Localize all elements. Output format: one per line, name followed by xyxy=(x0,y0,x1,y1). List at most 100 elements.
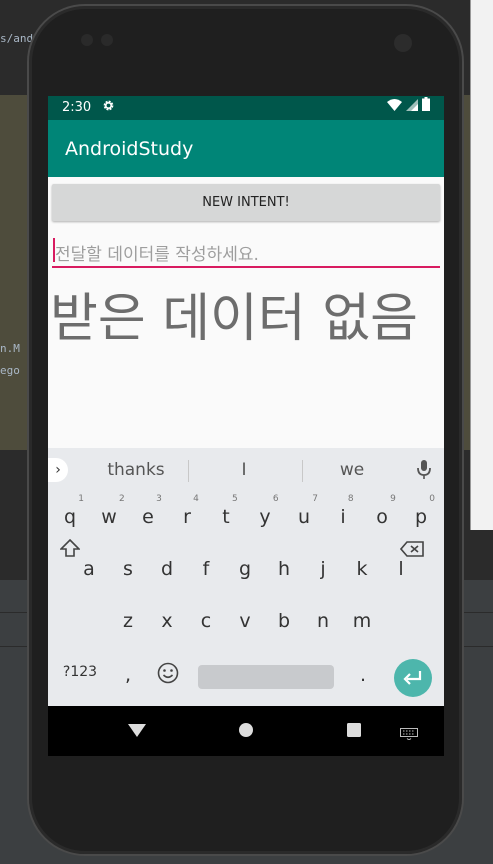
key-hint: 0 xyxy=(429,494,436,504)
key-label: u xyxy=(297,506,311,528)
key[interactable]: d xyxy=(161,558,173,580)
suggestion-item[interactable]: thanks xyxy=(107,460,164,480)
key-hint: 2 xyxy=(119,494,125,504)
soft-keyboard: › thanks I we q1w2e3r4t5y6u7i8o9p0asdfgh… xyxy=(48,448,444,706)
key-hint: 9 xyxy=(390,494,396,504)
key-label: w xyxy=(101,506,117,528)
ide-code-line: s/and xyxy=(0,32,34,45)
received-data-text: 받은 데이터 없음 xyxy=(50,289,418,349)
key-label: j xyxy=(320,558,326,580)
key-label: q xyxy=(63,506,77,528)
key[interactable]: c xyxy=(201,610,211,632)
key-hint: 1 xyxy=(78,494,85,504)
key-label: x xyxy=(161,610,173,632)
backspace-key-icon[interactable] xyxy=(399,540,424,562)
suggestion-item[interactable]: we xyxy=(340,460,364,480)
key-hint: 5 xyxy=(231,494,238,504)
battery-icon xyxy=(422,96,430,115)
emoji-key-icon[interactable] xyxy=(157,662,179,689)
key[interactable]: a xyxy=(83,558,95,580)
microphone-icon[interactable] xyxy=(416,459,432,481)
wifi-icon xyxy=(387,96,402,115)
key-label: b xyxy=(277,610,291,632)
key-label: i xyxy=(340,506,346,528)
keyboard-switch-icon[interactable] xyxy=(400,725,418,744)
status-bar: 2:30 xyxy=(48,96,444,120)
key[interactable]: g xyxy=(239,558,251,580)
key[interactable]: u7 xyxy=(297,494,318,528)
suggestion-item[interactable]: I xyxy=(241,460,246,480)
camera-lens xyxy=(394,34,412,52)
key[interactable]: e3 xyxy=(142,494,162,528)
suggestion-strip: › thanks I we xyxy=(48,448,444,492)
period-key[interactable]: . xyxy=(360,664,366,686)
key[interactable]: v xyxy=(239,610,250,632)
key[interactable]: f xyxy=(203,558,210,580)
key-label: y xyxy=(259,506,271,528)
key-label: d xyxy=(160,558,174,580)
key-label: o xyxy=(376,506,388,528)
key[interactable]: k xyxy=(356,558,367,580)
key-label: t xyxy=(222,506,230,528)
key-label: k xyxy=(356,558,368,580)
app-title: AndroidStudy xyxy=(65,138,194,160)
comma-key[interactable]: , xyxy=(125,664,131,686)
key-label: s xyxy=(123,558,133,580)
app-bar: AndroidStudy xyxy=(48,120,444,177)
key[interactable]: x xyxy=(161,610,172,632)
key-label: c xyxy=(200,610,212,632)
key[interactable]: y6 xyxy=(259,494,278,528)
key[interactable]: r4 xyxy=(183,494,199,528)
shift-key-icon[interactable] xyxy=(59,538,81,562)
key[interactable]: n xyxy=(317,610,329,632)
back-icon[interactable] xyxy=(128,722,146,742)
ide-code-line: n.M xyxy=(0,342,20,355)
key[interactable]: p0 xyxy=(414,494,435,528)
speaker-dot xyxy=(81,34,93,46)
key-label: h xyxy=(277,558,291,580)
signal-icon xyxy=(406,96,418,115)
key[interactable]: o9 xyxy=(376,494,396,528)
expand-chevron-icon[interactable]: › xyxy=(48,458,68,482)
home-icon[interactable] xyxy=(238,722,254,742)
key[interactable]: w2 xyxy=(101,494,125,528)
status-time: 2:30 xyxy=(62,100,92,115)
key[interactable]: s xyxy=(123,558,133,580)
key[interactable]: i8 xyxy=(340,494,353,528)
key-hint: 7 xyxy=(312,494,319,504)
key-label: f xyxy=(202,558,210,580)
ide-code-line: ego xyxy=(0,364,20,377)
key[interactable]: m xyxy=(353,610,372,632)
key-label: p xyxy=(414,506,428,528)
key[interactable]: h xyxy=(278,558,290,580)
key-label: a xyxy=(83,558,95,580)
ide-side-panel xyxy=(470,0,493,530)
key[interactable]: q1 xyxy=(63,494,84,528)
key-hint: 6 xyxy=(272,494,279,504)
key[interactable]: z xyxy=(123,610,133,632)
speaker-dot xyxy=(101,34,113,46)
symbols-key[interactable]: ?123 xyxy=(63,664,97,680)
key-label: m xyxy=(352,610,372,632)
space-bar[interactable] xyxy=(198,665,334,689)
key[interactable]: j xyxy=(320,558,325,580)
navigation-bar xyxy=(48,706,444,756)
recents-icon[interactable] xyxy=(346,722,362,742)
key-label: r xyxy=(183,506,191,528)
key[interactable]: b xyxy=(278,610,290,632)
new-intent-button[interactable]: NEW INTENT! xyxy=(52,184,440,221)
key-hint: 4 xyxy=(193,494,199,504)
device-screen: 2:30 AndroidStudy NEW INTENT! 전달할 데이터를 작… xyxy=(48,96,444,756)
input-placeholder: 전달할 데이터를 작성하세요. xyxy=(55,245,259,265)
key[interactable]: t5 xyxy=(222,494,237,528)
key-label: z xyxy=(123,610,133,632)
data-input-field[interactable]: 전달할 데이터를 작성하세요. xyxy=(52,236,440,268)
key-hint: 8 xyxy=(347,494,354,504)
key-label: e xyxy=(142,506,154,528)
key-label: g xyxy=(238,558,252,580)
key-label: n xyxy=(316,610,330,632)
enter-key-icon[interactable] xyxy=(394,659,432,697)
key-label: v xyxy=(239,610,251,632)
key-hint: 3 xyxy=(156,494,162,504)
settings-icon xyxy=(102,99,115,116)
